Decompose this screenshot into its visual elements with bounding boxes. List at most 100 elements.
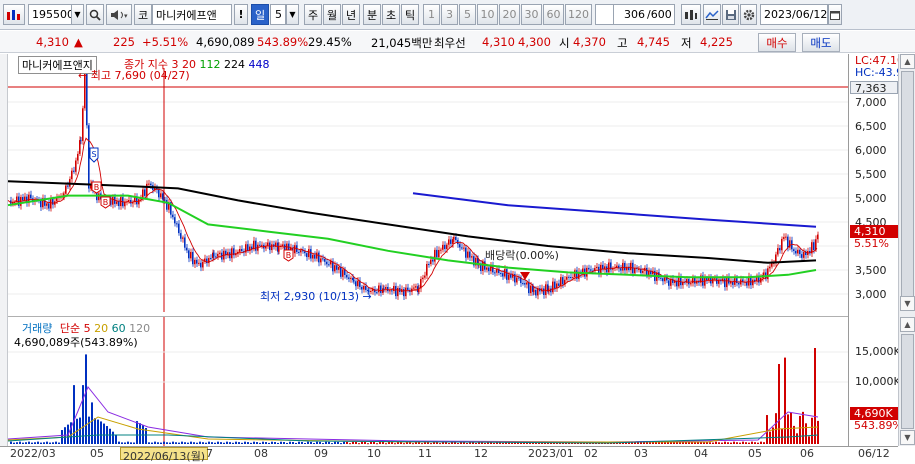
interval-60-button[interactable]: 60 [543,4,564,25]
candle-body [453,236,455,240]
volume-bar [199,441,201,444]
candle-body [312,254,314,259]
candle-body [771,263,773,267]
search-icon[interactable] [86,4,104,25]
vertical-scrollbar[interactable]: ▲ ▼ ▲ ▼ [898,54,915,446]
date-input[interactable]: 2023/06/12 [760,4,828,25]
scroll-thumb-volume[interactable] [901,334,914,429]
candle-body [128,200,130,202]
volume-bar [805,423,807,444]
volume-bar [667,442,669,444]
data-count-max: /600 [647,4,675,25]
candle-body [196,259,198,264]
candle-body [146,183,148,196]
stock-code-input[interactable]: 195500 [28,4,74,25]
candle-body [622,262,624,271]
x-label-05: 05 [90,447,104,460]
interval-10-button[interactable]: 10 [477,4,498,25]
period-number-input[interactable]: 5 [270,4,286,25]
volume-bar [229,442,231,444]
candle-body [324,258,326,262]
interval-30-button[interactable]: 30 [521,4,542,25]
data-count-input[interactable]: 306 [613,4,647,25]
scroll-thumb-price[interactable] [901,71,914,311]
scroll-down-icon[interactable]: ▼ [900,296,915,311]
candle-body [779,248,781,251]
interval-1-button[interactable]: 1 [423,4,440,25]
gear-icon[interactable] [740,4,757,25]
volume-bar [394,443,396,445]
volume-bar [160,442,162,444]
stock-name-field[interactable]: 마니커에프앤 [152,4,232,25]
candle-body [714,278,716,280]
period-second-tab[interactable]: 초 [382,4,400,25]
period-year-tab[interactable]: 년 [342,4,360,25]
volume-bar [316,441,318,444]
volume-bar [724,441,726,444]
volume-bar [754,442,756,444]
volume-bar [448,443,450,445]
period-number-dropdown[interactable]: ▼ [286,4,299,25]
vol-tick-10000k: 10,000K [855,375,901,388]
interval-120-button[interactable]: 120 [565,4,592,25]
volume-bar [676,442,678,444]
volume-bar [265,442,267,444]
candle-body [217,253,219,257]
volume-bar [673,442,675,444]
stock-menu-icon[interactable] [3,4,25,25]
candle-body [572,277,574,279]
period-day-tab[interactable]: 일 [251,4,269,25]
high-price: 4,745 [637,35,670,49]
date-axis[interactable]: 2022/03 05 2022/06/13(월) 7 08 09 10 11 1… [0,446,898,463]
chart-type-icon[interactable] [681,4,701,25]
volume-bar [130,442,132,444]
period-month-tab[interactable]: 월 [323,4,341,25]
interval-5-button[interactable]: 5 [459,4,476,25]
sell-button[interactable]: 매도 [802,33,840,52]
volume-bar [403,443,405,445]
volume-scroll-up-icon[interactable]: ▲ [900,317,915,332]
price-panel[interactable]: SBBB 마니커에프앤지 종가 지수 3 20 112 224 448 ← 최고… [7,54,848,312]
candle-body [444,244,446,250]
volume-bar [808,436,810,444]
stock-code-dropdown[interactable]: ▼ [71,4,84,25]
volume-panel[interactable]: 거래량 단순 5 20 60 120 4,690,089주(543.89%) [7,316,848,447]
volume-bar [646,442,648,444]
candle-body [267,242,269,246]
candle-body [562,277,564,285]
indicator-icon[interactable] [703,4,721,25]
price-axis[interactable]: LC:47.10 HC:-43.95 7,363 7,000 6,500 6,0… [848,54,910,446]
sound-icon[interactable]: ▾ [106,4,132,25]
buy-button[interactable]: 매수 [758,33,796,52]
volume-bar [370,441,372,444]
best-ask-price: 4,310 [482,35,515,49]
candle-body [455,236,457,241]
volume-bar [430,443,432,445]
candle-body [219,252,221,254]
candle-body [342,269,344,277]
volume-bar [25,442,27,444]
period-tick-tab[interactable]: 틱 [401,4,419,25]
volume-bar [730,442,732,444]
interval-3-button[interactable]: 3 [441,4,458,25]
x-label-12: 12 [474,447,488,460]
volume-bar [349,443,351,445]
candle-body [596,266,598,269]
volume-bar [385,443,387,445]
interval-20-button[interactable]: 20 [499,4,520,25]
scroll-up-icon[interactable]: ▲ [900,54,915,69]
volume-bar [751,441,753,444]
volume-bar [259,442,261,444]
calendar-icon[interactable] [828,4,842,25]
candle-body [510,274,512,278]
period-week-tab[interactable]: 주 [304,4,322,25]
candle-body [787,236,789,248]
alert-button[interactable]: ! [234,4,248,25]
volume-scroll-down-icon[interactable]: ▼ [900,430,915,445]
volume-bar [760,441,762,444]
save-icon[interactable] [722,4,739,25]
volume-bar [709,442,711,444]
candle-body [176,223,178,225]
period-minute-tab[interactable]: 분 [363,4,381,25]
candle-body [326,261,328,265]
